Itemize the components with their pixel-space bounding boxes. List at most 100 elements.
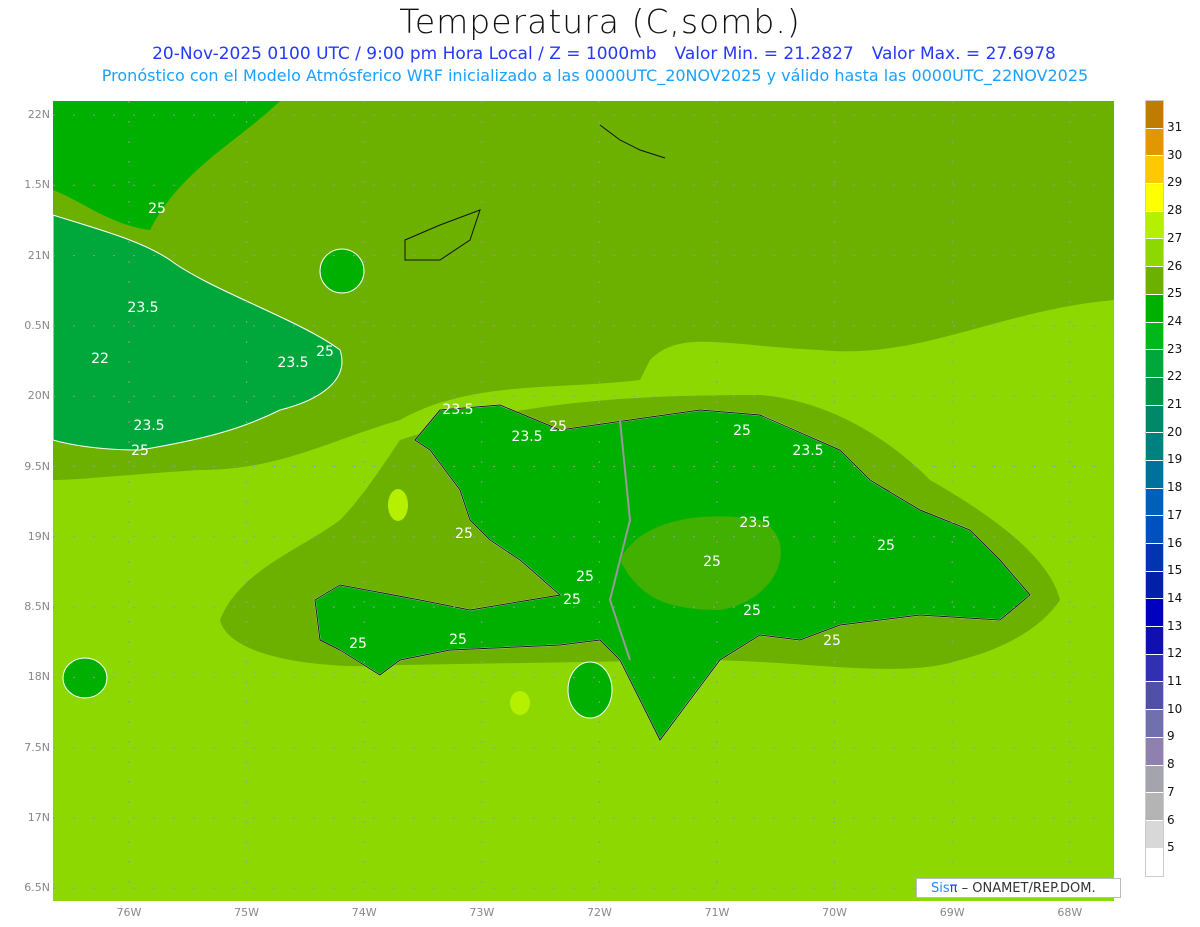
colorbar-swatch xyxy=(1146,184,1163,212)
warm-sea-patch xyxy=(319,248,365,294)
lat-label: 17N xyxy=(27,811,50,824)
lon-label: 69W xyxy=(939,906,965,919)
contour-label: 25 xyxy=(703,554,721,570)
map-title: Temperatura (C,somb.) xyxy=(399,2,801,41)
valid-time: 20-Nov-2025 0100 UTC / 9:00 pm Hora Loca… xyxy=(152,44,657,64)
contour-label: 25 xyxy=(455,526,473,542)
colorbar-swatch xyxy=(1146,433,1163,461)
lon-label: 74W xyxy=(351,906,377,919)
credit-box: Sisπ – ONAMET/REP.DOM. xyxy=(916,878,1121,898)
contour-label: 23.5 xyxy=(277,355,308,371)
lat-label: 19N xyxy=(27,529,50,543)
lat-label: 18N xyxy=(27,670,50,684)
lat-label: 22N xyxy=(27,108,50,121)
colorbar-swatch xyxy=(1146,239,1163,268)
lat-label: 1.5N xyxy=(24,178,50,192)
warm-patch xyxy=(510,691,530,715)
lon-label: 68W xyxy=(1057,906,1083,919)
contour-label: 22 xyxy=(91,351,109,367)
contour-label: 25 xyxy=(316,344,334,360)
colorbar-swatch xyxy=(1146,820,1163,849)
lon-label: 76W xyxy=(116,906,142,919)
contour-label: 23.5 xyxy=(127,300,158,316)
contour-label: 25 xyxy=(823,633,841,649)
credit-text: – ONAMET/REP.DOM. xyxy=(957,881,1096,896)
max-value: Valor Max. = 27.6978 xyxy=(871,44,1056,64)
colorbar-swatch xyxy=(1146,322,1163,351)
colorbar-swatch xyxy=(1146,488,1163,517)
colorbar-label: 12 xyxy=(1167,646,1183,661)
colorbar-label: 20 xyxy=(1167,424,1183,439)
contour-label: 23.5 xyxy=(792,443,823,459)
lat-label: 7.5N xyxy=(24,740,50,754)
contour-label: 25 xyxy=(449,632,467,648)
lat-label: 0.5N xyxy=(24,318,50,332)
contour-label: 25 xyxy=(576,569,594,585)
colorbar-swatch xyxy=(1146,294,1163,323)
colorbar-label: 6 xyxy=(1167,812,1175,827)
colorbar-label: 9 xyxy=(1167,729,1175,744)
contour-label: 25 xyxy=(563,592,581,608)
colorbar-label: 17 xyxy=(1167,507,1183,522)
colorbar-swatch xyxy=(1146,350,1163,378)
lon-label: 72W xyxy=(586,906,612,919)
colorbar-label: 21 xyxy=(1167,397,1183,411)
colorbar-label: 5 xyxy=(1167,840,1175,855)
colorbar-label: 19 xyxy=(1167,452,1183,467)
colorbar-label: 25 xyxy=(1167,286,1183,301)
lat-label: 9.5N xyxy=(24,459,50,473)
colorbar-label: 29 xyxy=(1167,175,1183,190)
min-value: Valor Min. = 21.2827 xyxy=(674,44,854,64)
date-line: 20-Nov-2025 0100 UTC / 9:00 pm Hora Loca… xyxy=(0,44,1190,64)
colorbar-label: 13 xyxy=(1167,618,1183,633)
colorbar-swatch xyxy=(1146,405,1163,434)
lon-label: 71W xyxy=(704,906,730,919)
contour-label: 25 xyxy=(733,423,751,439)
colorbar-swatch xyxy=(1146,571,1163,600)
lat-label: 21N xyxy=(27,248,50,262)
lat-label: 6.5N xyxy=(24,881,50,895)
colorbar-label: 18 xyxy=(1167,480,1183,495)
colorbar-swatch xyxy=(1146,682,1163,711)
contour-label: 23.5 xyxy=(133,418,164,434)
contour-label: 25 xyxy=(549,419,567,435)
colorbar-label: 8 xyxy=(1167,757,1175,772)
colorbar-swatch xyxy=(1146,599,1163,628)
colorbar-label: 7 xyxy=(1167,784,1175,799)
colorbar-swatch xyxy=(1146,267,1163,295)
contour-label: 23.5 xyxy=(442,402,473,418)
colorbar xyxy=(1145,100,1164,878)
colorbar-swatch xyxy=(1146,848,1163,877)
colorbar-swatch xyxy=(1146,765,1163,794)
colorbar-swatch xyxy=(1146,128,1163,157)
colorbar-swatch xyxy=(1146,156,1163,185)
colorbar-label: 14 xyxy=(1167,590,1183,605)
contour-label: 23.5 xyxy=(739,515,770,531)
colorbar-swatch xyxy=(1146,101,1163,129)
lon-label: 73W xyxy=(469,906,495,919)
colorbar-swatch xyxy=(1146,377,1163,406)
colorbar-swatch xyxy=(1146,737,1163,766)
colorbar-label: 15 xyxy=(1167,563,1183,578)
sispi-logo: Sis xyxy=(931,881,950,896)
warm-patch xyxy=(388,489,408,521)
colorbar-label: 23 xyxy=(1167,341,1183,356)
colorbar-swatch xyxy=(1146,516,1163,544)
temperature-map: 25 23.5 22 23.5 25 23.5 25 23.5 23.5 25 25 23.5 23.5… xyxy=(53,101,1114,901)
colorbar-label: 31 xyxy=(1167,120,1183,134)
colorbar-swatch xyxy=(1146,211,1163,240)
colorbar-label: 30 xyxy=(1167,147,1183,162)
contour-label: 25 xyxy=(131,443,149,459)
contour-label: 25 xyxy=(743,603,761,619)
lon-label: 70W xyxy=(822,906,848,919)
colorbar-label: 27 xyxy=(1167,230,1183,245)
colorbar-label: 11 xyxy=(1167,674,1183,688)
colorbar-label: 10 xyxy=(1167,701,1183,716)
lat-label: 20N xyxy=(27,389,50,403)
colorbar-swatch xyxy=(1146,460,1163,489)
inagua-land xyxy=(62,657,108,699)
colorbar-label: 22 xyxy=(1167,369,1183,384)
lat-label: 8.5N xyxy=(24,600,50,614)
colorbar-swatch xyxy=(1146,793,1163,821)
colorbar-swatch xyxy=(1146,627,1163,655)
